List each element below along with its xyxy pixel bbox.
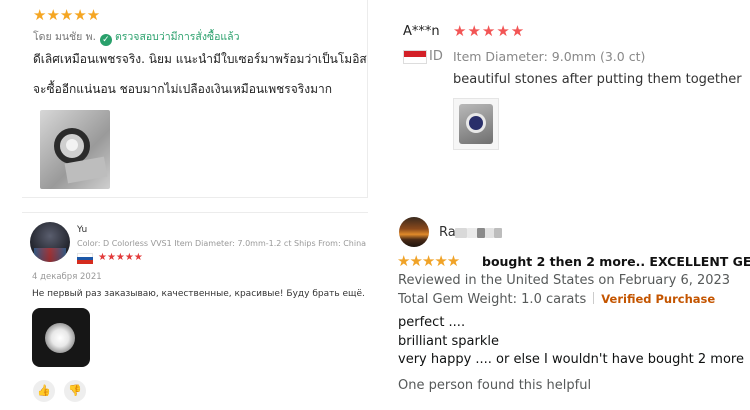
redaction-block — [467, 228, 477, 238]
review-card-ali: A***n ★★★★★ ID Item Diameter: 9.0mm (3.0… — [397, 12, 750, 162]
review-photo[interactable] — [32, 308, 90, 367]
reviewer-name: Ra — [439, 225, 456, 240]
divider — [593, 292, 595, 304]
rating-stars: ★★★★★ — [397, 252, 460, 270]
review-text: Не первый раз заказываю, качественные, к… — [32, 289, 365, 299]
gem-image — [45, 323, 75, 353]
photo-image — [459, 104, 493, 144]
rating-stars: ★★★★★ — [98, 252, 143, 263]
verified-purchase-label: ตรวจสอบว่ามีการสั่งซื้อแล้ว — [114, 31, 240, 43]
avatar — [30, 222, 70, 262]
rating-stars: ★★★★★ — [453, 22, 526, 40]
redaction-block — [485, 228, 494, 238]
review-date: 4 декабря 2021 — [32, 272, 102, 282]
reviewer-name: Yu — [77, 225, 88, 235]
reviewer-name: โดย มนชัย พ. — [33, 31, 96, 43]
redaction-block — [477, 228, 485, 238]
indonesia-flag-icon — [403, 50, 427, 64]
review-text-line-2: จะซื้ออีกแน่นอน ชอบมากไม่เปลืองเงินเหมือ… — [33, 82, 332, 96]
reviewer-meta: โดย มนชัย พ. ✓ ตรวจสอบว่ามีการสั่งซื้อแล้ว — [33, 28, 240, 46]
item-attributes: Color: D Colorless VVS1 Item Diameter: 7… — [77, 239, 367, 248]
review-body-line: brilliant sparkle — [398, 333, 499, 349]
reviewer-name: A***n — [403, 24, 440, 39]
check-circle-icon: ✓ — [99, 34, 112, 46]
review-title[interactable]: bought 2 then 2 more.. EXCELLENT GEM — [482, 254, 750, 269]
verified-purchase-label: Verified Purchase — [601, 292, 716, 306]
thumbs-up-icon: 👍 — [37, 384, 51, 397]
review-attributes: Total Gem Weight: 1.0 carats Verified Pur… — [398, 292, 715, 307]
review-body: perfect .... brilliant sparkle very happ… — [398, 314, 744, 370]
attribute-value: 9.0mm (3.0 ct) — [551, 49, 646, 64]
redaction-block — [455, 228, 467, 238]
russia-flag-icon — [77, 253, 93, 264]
avatar — [399, 217, 429, 247]
review-body-line: perfect .... — [398, 315, 466, 330]
thumbs-down-button[interactable]: 👎 — [64, 380, 86, 402]
item-attribute: Item Diameter: 9.0mm (3.0 ct) — [453, 49, 645, 64]
review-card-ru: Yu Color: D Colorless VVS1 Item Diameter… — [22, 212, 368, 410]
review-text: beautiful stones after putting them toge… — [453, 72, 742, 87]
redaction-block — [494, 228, 502, 238]
review-card-thai: ★★★★★ โดย มนชัย พ. ✓ ตรวจสอบว่ามีการสั่งซื… — [22, 0, 368, 198]
total-gem-weight: Total Gem Weight: 1.0 carats — [398, 292, 587, 307]
helpful-count: One person found this helpful — [398, 378, 592, 393]
review-photo-thumbnail[interactable] — [453, 98, 499, 150]
country-code: ID — [429, 49, 443, 64]
rating-stars: ★★★★★ — [33, 6, 101, 24]
review-location-date: Reviewed in the United States on Februar… — [398, 273, 731, 288]
review-body-line: very happy .... or else I wouldn't have … — [398, 352, 744, 367]
review-text-line-1: ดีเลิศเหมือนเพชรจริง. นิยม แนะนำมีใบเซอร… — [33, 52, 368, 66]
attribute-label: Item Diameter: — [453, 49, 548, 64]
review-card-amazon: Ra ★★★★★ bought 2 then 2 more.. EXCELLEN… — [397, 212, 750, 410]
ring-image — [54, 128, 90, 164]
gem-image — [469, 116, 483, 130]
thumbs-up-button[interactable]: 👍 — [33, 380, 55, 402]
thumbs-down-icon: 👎 — [68, 384, 82, 397]
review-photo[interactable] — [40, 110, 110, 189]
